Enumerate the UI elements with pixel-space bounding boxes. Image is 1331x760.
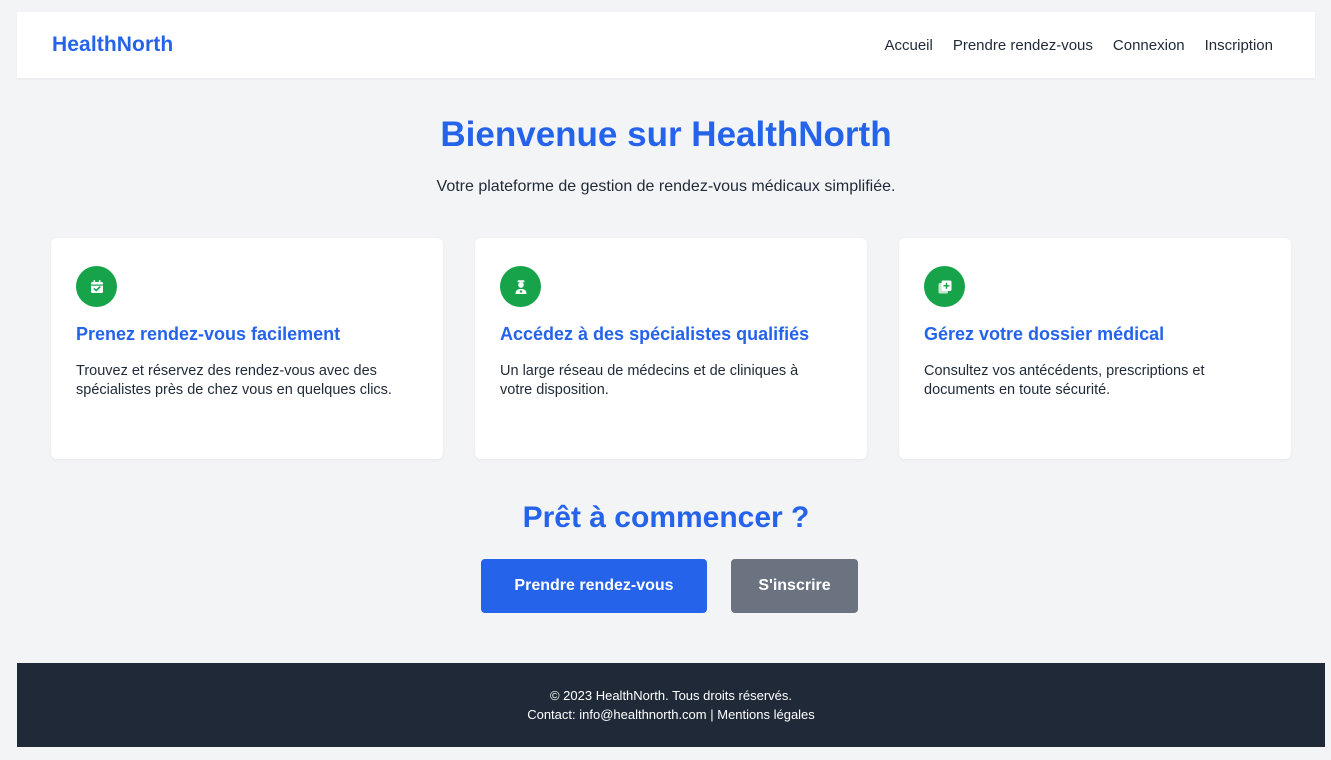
- footer-email-link[interactable]: info@healthnorth.com: [579, 707, 706, 722]
- signup-button[interactable]: S'inscrire: [731, 559, 858, 613]
- hero-section: Bienvenue sur HealthNorth Votre platefor…: [17, 114, 1315, 196]
- features-section: Prenez rendez-vous facilement Trouvez et…: [51, 238, 1291, 459]
- cta-section: Prêt à commencer ? Prendre rendez-vous S…: [17, 501, 1315, 613]
- feature-card-medical-record: Gérez votre dossier médical Consultez vo…: [899, 238, 1291, 459]
- nav-link-connexion[interactable]: Connexion: [1113, 37, 1185, 54]
- top-navbar: HealthNorth Accueil Prendre rendez-vous …: [17, 12, 1315, 78]
- feature-description: Trouvez et réservez des rendez-vous avec…: [76, 363, 392, 398]
- feature-card-appointments: Prenez rendez-vous facilement Trouvez et…: [51, 238, 443, 459]
- feature-title: Prenez rendez-vous facilement: [76, 324, 341, 344]
- cta-buttons: Prendre rendez-vous S'inscrire: [17, 559, 1315, 613]
- feature-title: Accédez à des spécialistes qualifiés: [500, 324, 810, 344]
- page: HealthNorth Accueil Prendre rendez-vous …: [0, 0, 1331, 760]
- calendar-check-icon: [76, 266, 117, 307]
- doctor-icon: [500, 266, 541, 307]
- footer-separator: |: [706, 707, 718, 722]
- footer-copyright: © 2023 HealthNorth. Tous droits réservés…: [549, 688, 792, 703]
- feature-description: Consultez vos antécédents, prescriptions…: [924, 363, 1205, 398]
- hero-subtitle: Votre plateforme de gestion de rendez-vo…: [436, 178, 896, 195]
- cta-title: Prêt à commencer ?: [522, 501, 810, 534]
- book-appointment-button[interactable]: Prendre rendez-vous: [481, 559, 707, 613]
- main-nav: Accueil Prendre rendez-vous Connexion In…: [884, 37, 1273, 54]
- feature-description: Un large réseau de médecins et de cliniq…: [500, 363, 799, 398]
- logo[interactable]: HealthNorth: [52, 33, 173, 57]
- nav-link-prendre-rendez-vous[interactable]: Prendre rendez-vous: [953, 37, 1093, 54]
- nav-link-accueil[interactable]: Accueil: [884, 37, 932, 54]
- nav-link-inscription[interactable]: Inscription: [1205, 37, 1273, 54]
- hero-title: Bienvenue sur HealthNorth: [440, 115, 892, 154]
- feature-title: Gérez votre dossier médical: [924, 324, 1165, 344]
- footer: © 2023 HealthNorth. Tous droits réservés…: [17, 663, 1325, 747]
- footer-contact-line: Contact: info@healthnorth.com | Mentions…: [17, 705, 1325, 724]
- footer-contact-label: Contact:: [527, 707, 580, 722]
- feature-card-specialists: Accédez à des spécialistes qualifiés Un …: [475, 238, 867, 459]
- footer-legal-link[interactable]: Mentions légales: [717, 707, 815, 722]
- medical-file-icon: [924, 266, 965, 307]
